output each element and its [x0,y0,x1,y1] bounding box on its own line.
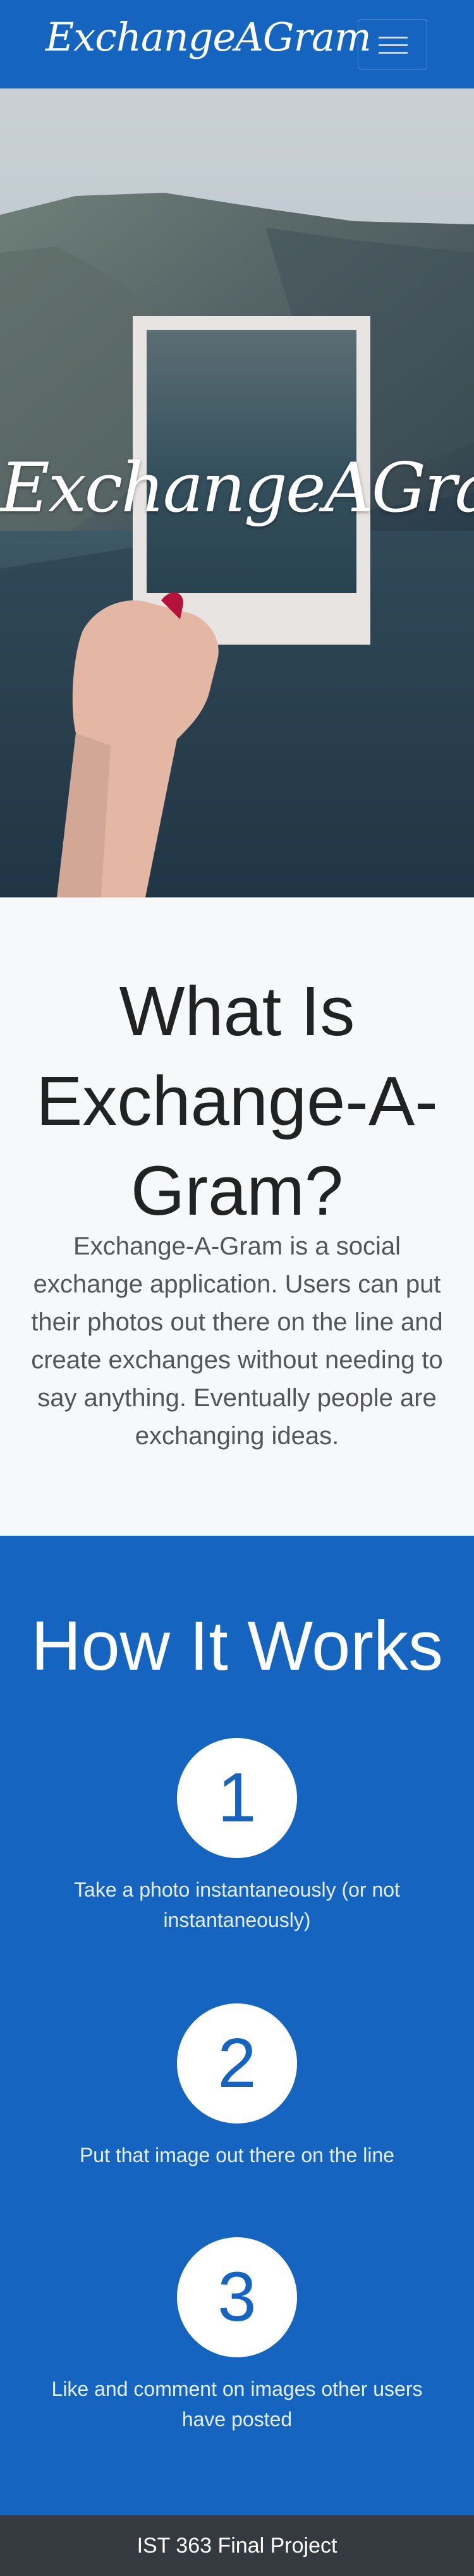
step-number-circle: 1 [177,1738,297,1858]
hero-title: ExchangeAGram [0,449,474,528]
step-text: Take a photo instantaneously (or not ins… [74,1878,400,1931]
hamburger-icon [379,37,408,39]
hamburger-icon [379,52,408,54]
menu-toggle-button[interactable] [358,19,427,70]
how-heading: How It Works [31,1607,443,1685]
step-3: 3 Like and comment on images other users… [0,2237,474,2434]
step-number-circle: 2 [177,2003,297,2123]
step-number-circle: 3 [177,2237,297,2357]
footer: IST 363 Final Project [0,2515,474,2576]
step-1: 1 Take a photo instantaneously (or not i… [0,1738,474,1935]
about-section: What Is Exchange-A-Gram? Exchange-A-Gram… [0,897,474,1536]
navbar: ExchangeAGram [0,0,474,88]
step-text: Put that image out there on the line [79,2144,395,2166]
step-text: Like and comment on images other users h… [51,2378,423,2431]
hero-section: ExchangeAGram [0,88,474,897]
how-it-works-section: How It Works 1 Take a photo instantaneou… [0,1536,474,2515]
about-description: Exchange-A-Gram is a social exchange app… [31,1232,443,1450]
about-heading: What Is Exchange-A-Gram? [36,973,438,1230]
navbar-brand[interactable]: ExchangeAGram [46,14,372,60]
hamburger-icon [379,44,408,46]
step-2: 2 Put that image out there on the line [0,2003,474,2170]
